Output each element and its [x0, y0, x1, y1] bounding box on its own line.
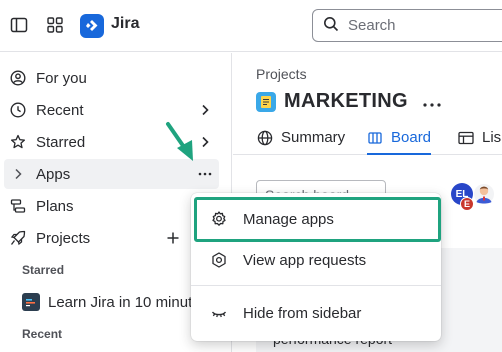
menu-item-label: Manage apps [243, 210, 334, 228]
sidebar-toggle-icon[interactable] [9, 15, 29, 35]
menu-item-label: View app requests [243, 251, 367, 269]
project-icon [256, 92, 276, 112]
avatar-person-icon[interactable] [473, 181, 495, 207]
rocket-icon [10, 230, 26, 246]
hexagon-icon [211, 252, 227, 268]
more-options-icon[interactable] [197, 166, 213, 182]
user-circle-icon [10, 70, 26, 86]
gear-icon [211, 211, 227, 227]
sidebar-item-apps[interactable]: Apps [4, 159, 219, 189]
sidebar-item-for-you[interactable]: For you [4, 63, 219, 93]
menu-item-label: Hide from sidebar [243, 304, 362, 322]
globe-icon [257, 130, 273, 146]
tab-board[interactable]: Board [367, 129, 432, 155]
eye-closed-icon [211, 305, 227, 321]
menu-item-view-app-requests[interactable]: View app requests [191, 240, 441, 280]
chevron-right-icon[interactable] [197, 102, 213, 118]
list-icon [458, 130, 474, 146]
sidebar-item-projects[interactable]: Projects [4, 223, 219, 253]
star-icon [10, 134, 26, 150]
sidebar-item-label: Apps [36, 165, 71, 183]
sidebar-item-plans[interactable]: Plans [4, 191, 219, 221]
tab-label: Board [391, 129, 432, 146]
project-tabs: Summary Board Lis [233, 123, 502, 155]
apps-more-menu: Manage apps View app requests Hide from … [191, 193, 441, 341]
board-icon [367, 130, 383, 146]
search-input[interactable] [348, 17, 498, 34]
search-icon [323, 16, 339, 35]
recent-section-label: Recent [22, 327, 63, 341]
tab-label: Summary [281, 129, 346, 146]
menu-item-manage-apps[interactable]: Manage apps [191, 199, 441, 239]
menu-divider [191, 285, 441, 286]
avatar-badge: E [460, 197, 474, 211]
chevron-right-icon[interactable] [10, 166, 26, 182]
sidebar-item-starred[interactable]: Starred [4, 127, 219, 157]
global-search-box[interactable] [312, 9, 502, 42]
sidebar-item-label: Projects [36, 229, 91, 247]
clock-icon [10, 102, 26, 118]
page-title: MARKETING [284, 90, 408, 112]
starred-project-item[interactable]: Learn Jira in 10 minut [22, 291, 192, 313]
starred-section-label: Starred [22, 263, 65, 277]
jira-logo-icon[interactable] [80, 14, 104, 38]
tab-label: Lis [482, 129, 502, 146]
project-thumbnail-icon [22, 293, 40, 311]
app-switcher-icon[interactable] [45, 15, 65, 35]
app-name[interactable]: Jira [111, 15, 139, 33]
chevron-right-icon[interactable] [197, 134, 213, 150]
tab-summary[interactable]: Summary [257, 129, 345, 155]
sidebar-item-label: Plans [36, 197, 74, 215]
breadcrumb[interactable]: Projects [256, 66, 307, 82]
top-navigation-bar: Jira [0, 0, 502, 52]
sidebar-item-label: For you [36, 69, 87, 87]
sidebar-item-recent[interactable]: Recent [4, 95, 219, 125]
more-options-icon[interactable] [422, 93, 442, 114]
starred-project-label: Learn Jira in 10 minut [48, 293, 193, 311]
plus-icon[interactable] [165, 230, 181, 246]
sidebar-item-label: Starred [36, 133, 86, 151]
tab-list[interactable]: Lis [458, 129, 501, 155]
plans-icon [10, 198, 26, 214]
menu-item-hide-from-sidebar[interactable]: Hide from sidebar [191, 293, 441, 333]
sidebar-item-label: Recent [36, 101, 84, 119]
